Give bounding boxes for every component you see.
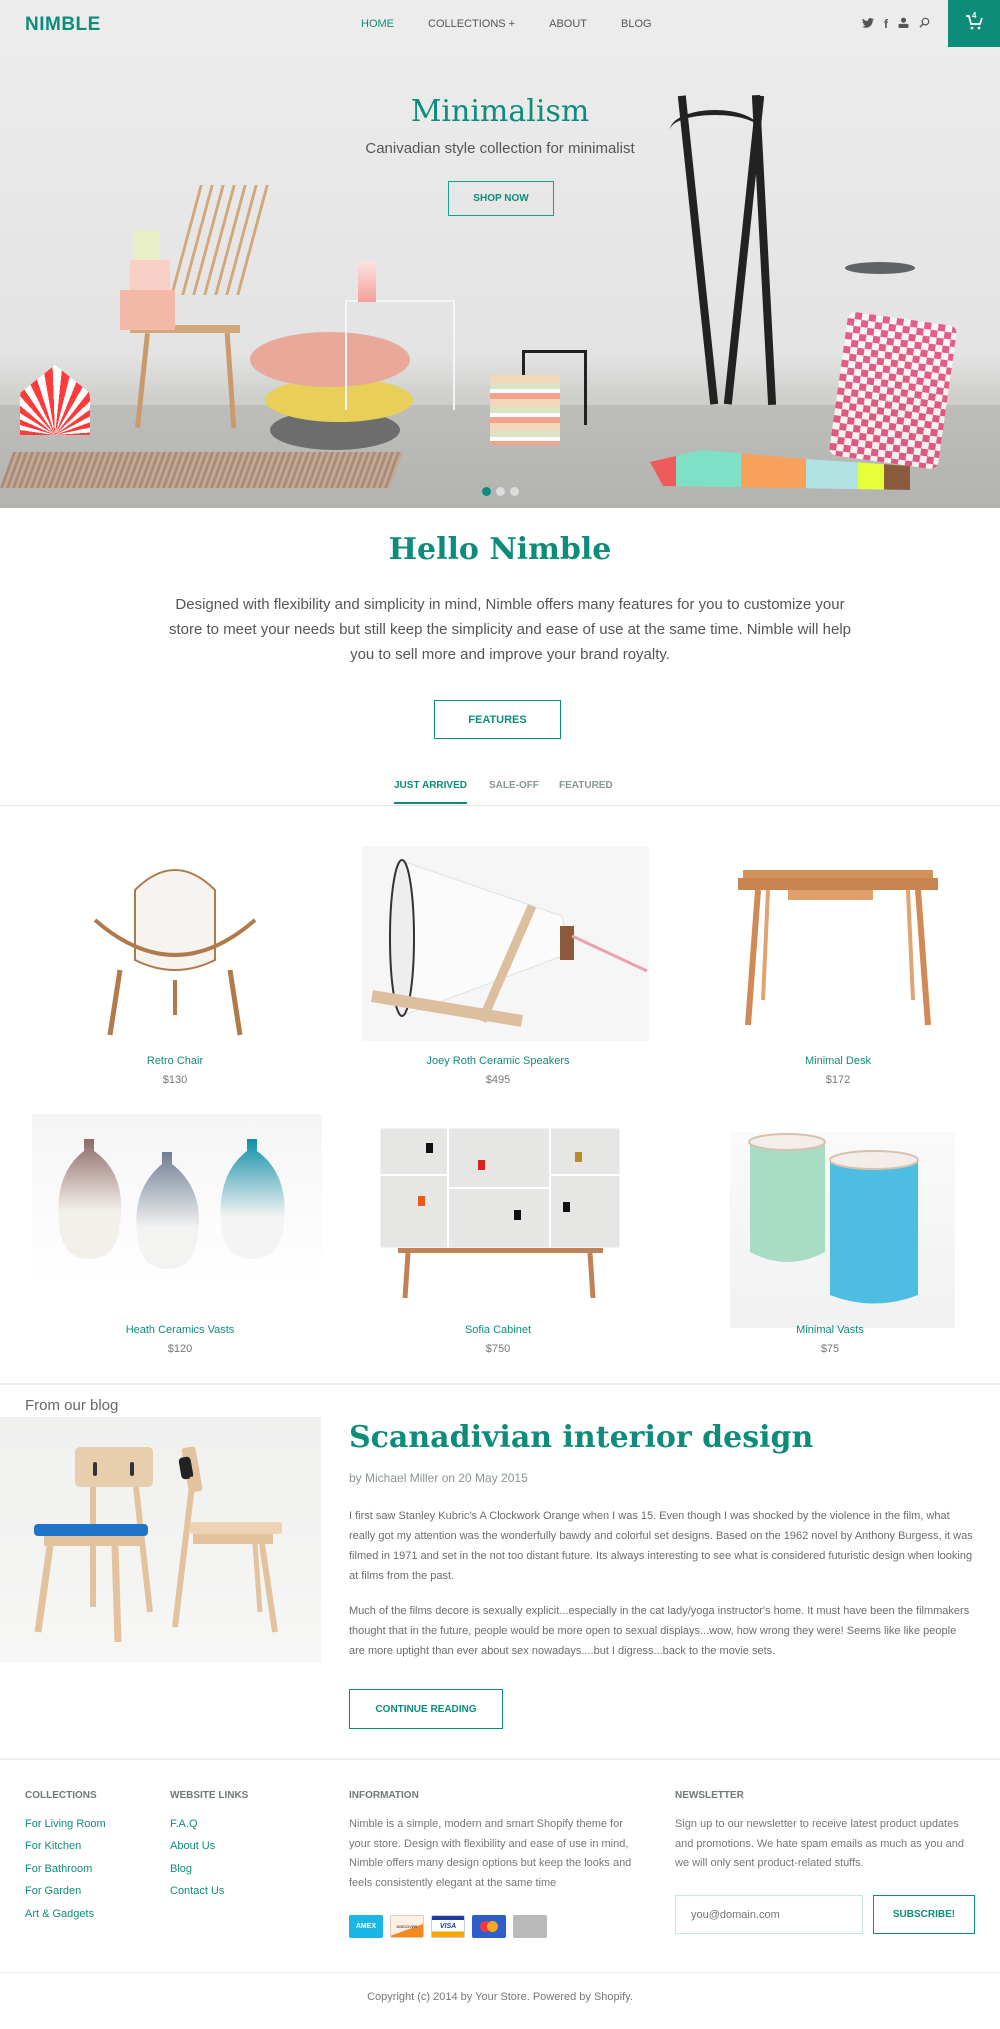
footer-divider — [0, 1972, 1000, 1973]
search-icon[interactable] — [919, 17, 930, 31]
hero-rug — [0, 452, 404, 488]
product-name[interactable]: Minimal Vasts — [680, 1324, 980, 1336]
main-nav: HOME COLLECTIONS + ABOUT BLOG — [361, 18, 686, 30]
continue-reading-button[interactable]: CONTINUE READING — [349, 1689, 503, 1729]
blog-post-meta: by Michael Miller on 20 May 2015 — [349, 1471, 528, 1485]
footer-website-links-heading: WEBSITE LINKS — [170, 1790, 249, 1801]
intro-title: Hello Nimble — [388, 532, 612, 567]
newsletter-email-input[interactable] — [675, 1895, 863, 1934]
product-name[interactable]: Joey Roth Ceramic Speakers — [348, 1055, 648, 1067]
product-price: $172 — [825, 1074, 851, 1086]
slider-dot-2[interactable] — [496, 487, 505, 496]
cart-count-badge: 4 — [972, 11, 977, 20]
nav-about[interactable]: ABOUT — [549, 18, 587, 30]
footer-link-blog[interactable]: Blog — [170, 1863, 192, 1875]
generic-card-icon — [513, 1915, 547, 1938]
footer-information-text: Nimble is a simple, modern and smart Sho… — [349, 1818, 632, 1889]
nav-collections[interactable]: COLLECTIONS + — [428, 18, 515, 30]
top-navigation: NIMBLE HOME COLLECTIONS + ABOUT BLOG f 4 — [0, 0, 1000, 48]
product-price: $130 — [162, 1074, 188, 1086]
nav-blog[interactable]: BLOG — [621, 18, 652, 30]
shop-now-button[interactable]: SHOP NOW — [448, 181, 554, 216]
footer-newsletter-heading: NEWSLETTER — [675, 1790, 744, 1801]
mastercard-icon — [472, 1915, 506, 1938]
product-name[interactable]: Sofia Cabinet — [348, 1324, 648, 1336]
hero-title: Minimalism — [410, 94, 590, 129]
slider-dot-3[interactable] — [510, 487, 519, 496]
product-name[interactable]: Retro Chair — [25, 1055, 325, 1067]
nav-home[interactable]: HOME — [361, 18, 394, 30]
product-image[interactable] — [378, 1118, 623, 1298]
features-button[interactable]: FEATURES — [434, 700, 561, 739]
section-divider — [0, 1383, 1000, 1385]
hero-lamp — [358, 262, 376, 302]
section-divider — [0, 1758, 1000, 1760]
tab-sale-off[interactable]: SALE-OFF — [489, 780, 539, 791]
product-image[interactable] — [730, 1132, 955, 1328]
blog-paragraph: I first saw Stanley Kubric's A Clockwork… — [349, 1510, 973, 1582]
product-price: $750 — [485, 1343, 511, 1355]
product-price: $120 — [167, 1343, 193, 1355]
footer-link-kitchen[interactable]: For Kitchen — [25, 1840, 81, 1852]
hero-bar-stool — [845, 262, 915, 274]
hero-chair — [110, 185, 280, 435]
slider-dot-1[interactable] — [482, 487, 491, 496]
blog-section-label: From our blog — [25, 1397, 119, 1414]
product-tabs: JUST ARRIVED SALE-OFF FEATURED — [0, 768, 1000, 806]
footer-link-contact-us[interactable]: Contact Us — [170, 1885, 224, 1897]
amex-card-icon: AMEX — [349, 1915, 383, 1938]
hero-side-table — [345, 300, 455, 410]
visa-card-icon: VISA — [431, 1915, 465, 1938]
logo[interactable]: NIMBLE — [25, 14, 101, 36]
product-name[interactable]: Heath Ceramics Vasts — [30, 1324, 330, 1336]
footer-link-faq[interactable]: F.A.Q — [170, 1818, 198, 1830]
footer-link-garden[interactable]: For Garden — [25, 1885, 81, 1897]
product-image[interactable] — [362, 846, 649, 1041]
blog-post-image[interactable] — [0, 1417, 321, 1662]
hero-subtitle: Canivadian style collection for minimali… — [365, 140, 635, 157]
slider-dots — [482, 487, 519, 496]
product-price: $495 — [485, 1074, 511, 1086]
product-name[interactable]: Minimal Desk — [688, 1055, 988, 1067]
footer-newsletter-text: Sign up to our newsletter to receive lat… — [675, 1818, 965, 1869]
twitter-icon[interactable] — [862, 17, 874, 31]
footer-link-art-gadgets[interactable]: Art & Gadgets — [25, 1908, 94, 1920]
hero-books — [490, 375, 560, 445]
footer-link-living-room[interactable]: For Living Room — [25, 1818, 106, 1830]
footer-collections-heading: COLLECTIONS — [25, 1790, 97, 1801]
blog-paragraph: Much of the films decore is sexually exp… — [349, 1605, 970, 1657]
product-image[interactable] — [75, 850, 275, 1040]
footer-link-about-us[interactable]: About Us — [170, 1840, 215, 1852]
product-image[interactable] — [733, 860, 943, 1040]
cart-button[interactable]: 4 — [948, 0, 1000, 47]
discover-card-icon: DISCOVER — [390, 1915, 424, 1938]
product-image[interactable] — [32, 1114, 322, 1284]
payment-cards: AMEX DISCOVER VISA — [349, 1915, 547, 1938]
header-icons: f — [862, 17, 930, 31]
footer-link-bathroom[interactable]: For Bathroom — [25, 1863, 92, 1875]
footer-information-heading: INFORMATION — [349, 1790, 419, 1801]
subscribe-button[interactable]: SUBSCRIBE! — [873, 1895, 975, 1934]
user-icon[interactable] — [898, 17, 909, 31]
hero-paper-fan — [20, 365, 90, 435]
intro-text: Designed with flexibility and simplicity… — [169, 596, 851, 663]
hero-blanket — [828, 311, 958, 470]
product-price: $75 — [820, 1343, 840, 1355]
hero-slider: NIMBLE HOME COLLECTIONS + ABOUT BLOG f 4 — [0, 0, 1000, 508]
copyright-text: Copyright (c) 2014 by Your Store. Powere… — [367, 1991, 633, 2003]
facebook-icon[interactable]: f — [884, 17, 888, 31]
tab-just-arrived[interactable]: JUST ARRIVED — [394, 780, 467, 804]
blog-post-title[interactable]: Scanadivian interior design — [349, 1420, 813, 1455]
tab-featured[interactable]: FEATURED — [559, 780, 613, 791]
